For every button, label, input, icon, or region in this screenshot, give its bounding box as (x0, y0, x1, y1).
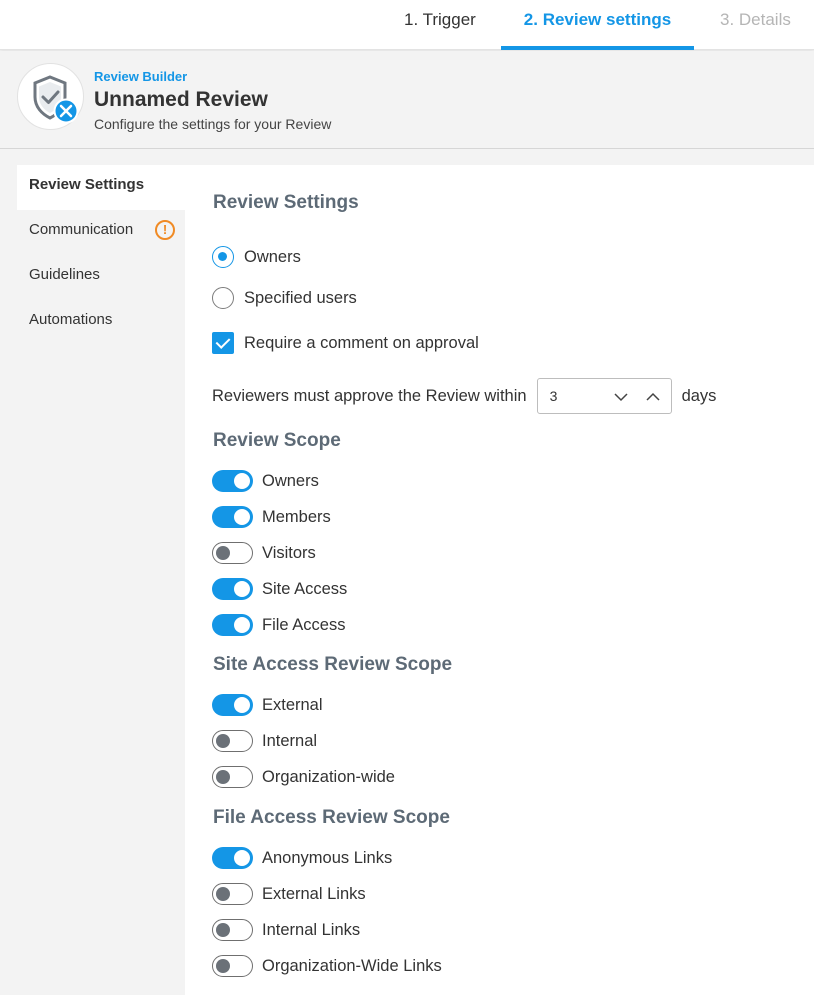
toggle-switch-off[interactable] (212, 919, 253, 941)
toggle-switch-off[interactable] (212, 766, 253, 788)
toggle-row-anonymous-links[interactable]: Anonymous Links (212, 845, 392, 871)
radio-button[interactable] (212, 287, 234, 309)
toggle-switch-off[interactable] (212, 955, 253, 977)
toggle-row-organization-wide-links[interactable]: Organization-Wide Links (212, 953, 442, 979)
days-value[interactable]: 3 (550, 388, 558, 404)
review-settings-panel: Review Settings Owners Specified users R… (185, 165, 814, 995)
approve-within-row: Reviewers must approve the Review within… (212, 377, 716, 415)
warning-icon: ! (155, 220, 175, 240)
toggle-label: File Access (262, 615, 346, 634)
page-title: Unnamed Review (94, 88, 268, 111)
toggle-label: External Links (262, 884, 366, 903)
sidebar-item-automations[interactable]: Automations (17, 300, 185, 345)
days-stepper[interactable]: 3 (536, 378, 672, 414)
section-title-file-access-scope: File Access Review Scope (213, 807, 450, 828)
require-comment-checkbox[interactable]: Require a comment on approval (212, 330, 479, 356)
shield-check-icon (33, 75, 79, 124)
toggle-row-organization-wide[interactable]: Organization-wide (212, 764, 395, 790)
sidebar-item-label: Communication (29, 221, 134, 238)
checkbox-checked[interactable] (212, 332, 234, 354)
toggle-label: Visitors (262, 543, 316, 562)
toggle-row-external[interactable]: External (212, 692, 323, 718)
toggle-switch-on[interactable] (212, 470, 253, 492)
toggle-row-internal[interactable]: Internal (212, 728, 317, 754)
toggle-label: Anonymous Links (262, 848, 393, 867)
toggle-label: External (262, 695, 323, 714)
tab-details[interactable]: 3. Details (720, 0, 791, 50)
toggle-row-file-access[interactable]: File Access (212, 612, 345, 638)
review-builder-logo (17, 63, 84, 130)
chevron-up-icon[interactable] (644, 388, 662, 406)
checkbox-label: Require a comment on approval (244, 333, 479, 352)
toggle-label: Organization-wide (262, 767, 395, 786)
days-unit-label: days (681, 386, 717, 405)
radio-specified-users[interactable]: Specified users (212, 285, 357, 311)
approve-within-label: Reviewers must approve the Review within (212, 386, 527, 405)
toggle-row-external-links[interactable]: External Links (212, 881, 366, 907)
toggle-row-members[interactable]: Members (212, 504, 331, 530)
toggle-switch-on[interactable] (212, 578, 253, 600)
sidebar-item-guidelines[interactable]: Guidelines (17, 255, 185, 300)
toggle-switch-off[interactable] (212, 542, 253, 564)
chevron-down-icon[interactable] (612, 388, 630, 406)
sidebar-item-communication[interactable]: Communication ! (17, 210, 185, 255)
toggle-label: Internal (262, 731, 318, 750)
toggle-label: Site Access (262, 579, 348, 598)
radio-button-selected[interactable] (212, 246, 234, 268)
radio-owners[interactable]: Owners (212, 244, 301, 270)
settings-sidebar: Review Settings Communication ! Guidelin… (17, 165, 185, 345)
toggle-switch-on[interactable] (212, 694, 253, 716)
page-header: Review Builder Unnamed Review Configure … (0, 51, 814, 149)
toggle-switch-on[interactable] (212, 847, 253, 869)
toggle-row-internal-links[interactable]: Internal Links (212, 917, 360, 943)
sidebar-item-review-settings[interactable]: Review Settings (17, 165, 185, 210)
toggle-label: Organization-Wide Links (262, 956, 442, 975)
toggle-row-owners[interactable]: Owners (212, 468, 319, 494)
step-tabs: 1. Trigger 2. Review settings 3. Details (0, 0, 814, 50)
toggle-row-visitors[interactable]: Visitors (212, 540, 316, 566)
toggle-row-site-access[interactable]: Site Access (212, 576, 347, 602)
toggle-label: Owners (262, 471, 319, 490)
sidebar-item-label: Review Settings (29, 176, 145, 193)
toggle-label: Members (262, 507, 331, 526)
radio-label: Owners (244, 247, 301, 266)
builder-label: Review Builder (94, 69, 188, 84)
page-subtitle: Configure the settings for your Review (94, 116, 332, 132)
radio-label: Specified users (244, 288, 357, 307)
toggle-switch-off[interactable] (212, 730, 253, 752)
section-title-review-settings: Review Settings (213, 192, 359, 213)
tab-review-settings[interactable]: 2. Review settings (501, 0, 694, 50)
section-title-site-access-scope: Site Access Review Scope (213, 654, 453, 675)
toggle-switch-off[interactable] (212, 883, 253, 905)
section-title-review-scope: Review Scope (213, 430, 341, 451)
toggle-switch-on[interactable] (212, 506, 253, 528)
sidebar-item-label: Guidelines (29, 266, 100, 283)
sidebar-item-label: Automations (29, 311, 113, 328)
toggle-label: Internal Links (262, 920, 361, 939)
tab-trigger[interactable]: 1. Trigger (404, 0, 476, 50)
toggle-switch-on[interactable] (212, 614, 253, 636)
